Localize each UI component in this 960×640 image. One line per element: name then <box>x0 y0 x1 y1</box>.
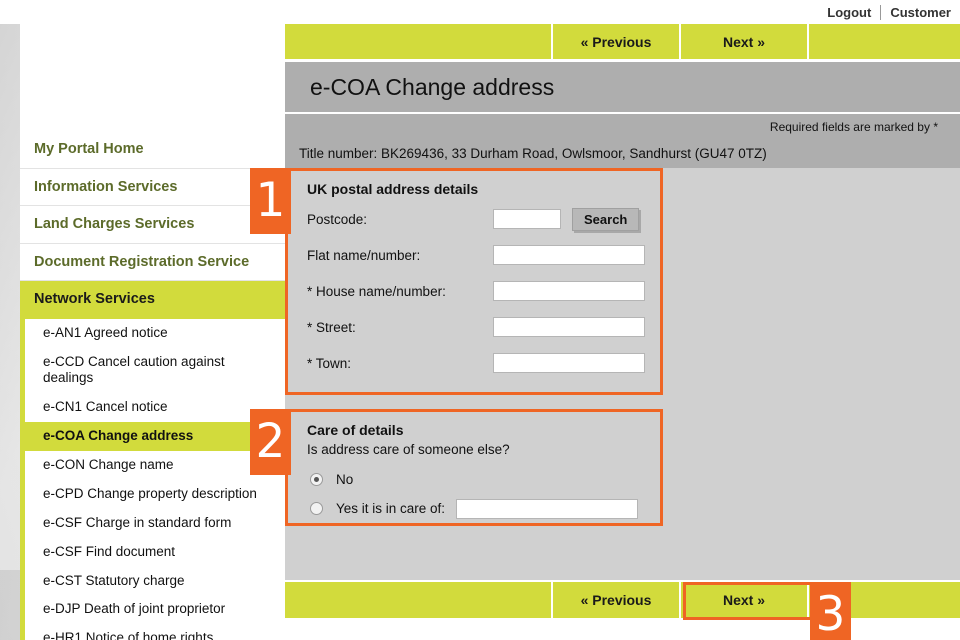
careof-question: Is address care of someone else? <box>307 442 510 457</box>
nav-spacer-right <box>809 24 960 59</box>
title-number-line: Title number: BK269436, 33 Durham Road, … <box>285 139 960 168</box>
primary-navigation: My Portal Home Information Services Land… <box>20 131 285 319</box>
town-label: * Town: <box>307 355 352 371</box>
top-navigation-bar: « Previous Next » <box>285 24 960 62</box>
logout-link[interactable]: Logout <box>818 5 880 20</box>
radio-no-label: No <box>336 472 354 487</box>
nav-spacer-left <box>285 24 553 59</box>
sidebar-item-e-ccd[interactable]: e-CCD Cancel caution against dealings <box>25 348 285 394</box>
form-body: 1 UK postal address details Postcode: Se… <box>250 168 960 580</box>
sidebar-item-land-charges-services[interactable]: Land Charges Services <box>20 206 285 244</box>
search-button[interactable]: Search <box>572 207 640 231</box>
footer-strip <box>285 618 960 640</box>
page-title: e-COA Change address <box>310 73 555 100</box>
bottom-navigation-wrap: « Previous Next » 3 <box>285 580 960 640</box>
next-button-bottom[interactable]: Next » <box>681 582 809 618</box>
sidebar: My Portal Home Information Services Land… <box>20 131 285 640</box>
section-heading-address: UK postal address details <box>307 181 479 197</box>
sidebar-item-e-con[interactable]: e-CON Change name <box>25 451 285 480</box>
sidebar-item-e-cst[interactable]: e-CST Statutory charge <box>25 567 285 596</box>
form-row-town: * Town: <box>288 345 660 381</box>
sidebar-item-information-services[interactable]: Information Services <box>20 168 285 207</box>
section-heading-careof: Care of details <box>307 422 404 438</box>
callout-badge-2: 2 <box>250 409 291 475</box>
street-label: * Street: <box>307 319 356 335</box>
postcode-input[interactable] <box>493 209 561 229</box>
care-of-details-section: 2 Care of details Is address care of som… <box>250 409 663 526</box>
callout-badge-3: 3 <box>810 582 851 640</box>
form-row-house: * House name/number: <box>288 273 660 309</box>
form-row-street: * Street: <box>288 309 660 345</box>
radio-yes[interactable] <box>310 502 323 515</box>
secondary-navigation: e-AN1 Agreed notice e-CCD Cancel caution… <box>20 318 285 640</box>
sidebar-item-e-hr1[interactable]: e-HR1 Notice of home rights <box>25 624 285 640</box>
sidebar-item-e-cpd[interactable]: e-CPD Change property description <box>25 480 285 509</box>
flat-name-input[interactable] <box>493 245 645 265</box>
previous-button-top[interactable]: « Previous <box>553 24 681 59</box>
sidebar-item-e-djp[interactable]: e-DJP Death of joint proprietor <box>25 595 285 624</box>
customer-link[interactable]: Customer <box>881 5 960 20</box>
form-row-postcode: Postcode: Search <box>288 201 660 237</box>
sidebar-item-my-portal-home[interactable]: My Portal Home <box>20 131 285 169</box>
page-title-bar: e-COA Change address <box>285 62 960 114</box>
sidebar-item-e-cn1[interactable]: e-CN1 Cancel notice <box>25 393 285 422</box>
main-content: « Previous Next » e-COA Change address R… <box>250 24 960 640</box>
flat-name-label: Flat name/number: <box>307 247 421 263</box>
uk-postal-address-section: 1 UK postal address details Postcode: Se… <box>250 168 663 395</box>
previous-button-bottom[interactable]: « Previous <box>553 582 681 618</box>
sidebar-item-document-registration-service[interactable]: Document Registration Service <box>20 243 285 282</box>
callout-badge-1: 1 <box>250 168 291 234</box>
street-input[interactable] <box>493 317 645 337</box>
radio-row-yes[interactable]: Yes it is in care of: <box>288 494 660 523</box>
required-fields-note: Required fields are marked by * <box>285 114 960 139</box>
bottom-navigation-bar: « Previous Next » <box>285 580 960 618</box>
radio-yes-label: Yes it is in care of: <box>336 501 446 516</box>
sidebar-item-network-services[interactable]: Network Services <box>20 281 285 319</box>
sidebar-item-e-coa[interactable]: e-COA Change address <box>25 422 285 452</box>
nav-spacer-left-bottom <box>285 582 553 618</box>
house-name-input[interactable] <box>493 281 645 301</box>
town-input[interactable] <box>493 353 645 373</box>
top-utility-links: Logout Customer <box>818 4 960 20</box>
top-utility-bar: Logout Customer <box>0 0 960 24</box>
care-of-name-input[interactable] <box>456 498 639 519</box>
house-name-label: * House name/number: <box>307 283 446 299</box>
sidebar-item-e-csf-charge[interactable]: e-CSF Charge in standard form <box>25 509 285 538</box>
radio-no[interactable] <box>310 473 323 486</box>
next-button-top[interactable]: Next » <box>681 24 809 59</box>
sidebar-item-e-an1[interactable]: e-AN1 Agreed notice <box>25 319 285 348</box>
postcode-label: Postcode: <box>307 211 368 227</box>
radio-row-no[interactable]: No <box>288 465 660 494</box>
form-row-flat: Flat name/number: <box>288 237 660 273</box>
sidebar-item-e-csf-find[interactable]: e-CSF Find document <box>25 538 285 567</box>
